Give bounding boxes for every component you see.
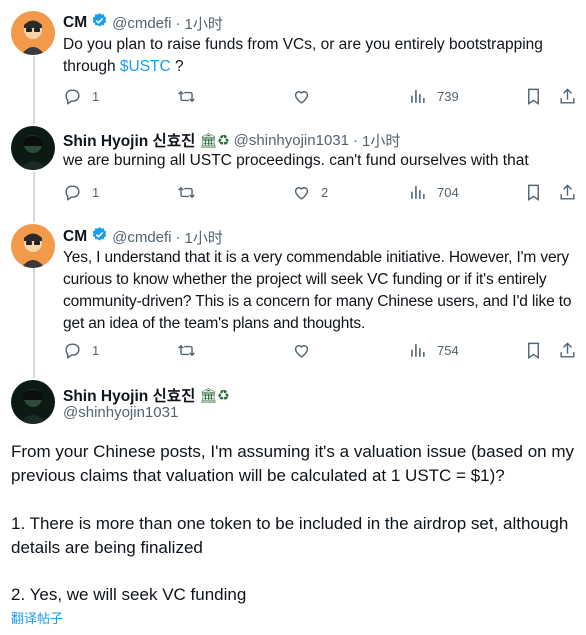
thread-connector — [33, 268, 35, 378]
like-count: 2 — [321, 185, 329, 200]
bookmark-button[interactable] — [524, 183, 543, 202]
reply-button[interactable]: 1 — [63, 341, 99, 360]
share-button[interactable] — [558, 183, 577, 202]
share-icon — [560, 342, 575, 358]
main-tweet-paragraph-2: 1. There is more than one token to be in… — [11, 514, 569, 557]
tweet-text: Yes, I understand that it is a very comm… — [63, 249, 572, 332]
bookmark-icon — [528, 342, 539, 359]
share-button[interactable] — [558, 341, 577, 360]
tweet-text: Do you plan to raise funds from VCs, or … — [63, 34, 563, 78]
author-handle[interactable]: @shinhyojin1031 — [63, 404, 178, 421]
reply-button[interactable]: 1 — [63, 87, 99, 106]
timestamp[interactable]: 1小时 — [185, 13, 223, 34]
retweet-button[interactable] — [177, 87, 206, 106]
bookmark-icon — [528, 88, 539, 105]
retweet-icon — [178, 186, 195, 199]
author-name[interactable]: Shin Hyojin 신효진 — [63, 129, 195, 151]
reply-icon — [65, 89, 80, 105]
views-count: 704 — [437, 185, 459, 200]
tweet-header: CM @cmdefi · 1小时 — [63, 226, 223, 248]
reply-icon — [65, 343, 80, 359]
timestamp[interactable]: 1小时 — [362, 130, 400, 151]
avatar[interactable] — [11, 11, 55, 55]
avatar[interactable] — [11, 126, 55, 170]
profile-badges-icon: 🏛♻ — [199, 386, 230, 403]
reply-icon — [65, 185, 80, 201]
views-count: 754 — [437, 343, 459, 358]
profile-badges-icon: 🏛♻ — [199, 131, 230, 148]
cashtag-link[interactable]: $USTC — [120, 58, 171, 75]
views-button[interactable]: 754 — [408, 341, 459, 360]
share-icon — [560, 88, 575, 104]
main-tweet-paragraph-1: From your Chinese posts, I'm assuming it… — [11, 442, 575, 485]
retweet-button[interactable] — [177, 341, 206, 360]
separator-dot: · — [175, 228, 181, 246]
like-button[interactable] — [292, 341, 321, 360]
separator-dot: · — [175, 14, 181, 32]
thread-connector — [33, 172, 35, 222]
heart-icon — [294, 187, 309, 200]
views-count: 739 — [437, 89, 459, 104]
author-handle[interactable]: @cmdefi — [112, 15, 171, 32]
like-button[interactable]: 2 — [292, 183, 328, 202]
bookmark-button[interactable] — [524, 87, 543, 106]
reply-button[interactable]: 1 — [63, 183, 99, 202]
author-handle[interactable]: @shinhyojin1031 — [234, 132, 349, 149]
main-tweet-paragraph-3: 2. Yes, we will seek VC funding — [11, 585, 247, 604]
retweet-icon — [178, 344, 195, 357]
avatar[interactable] — [11, 224, 55, 268]
timestamp[interactable]: 1小时 — [185, 227, 223, 248]
share-button[interactable] — [558, 87, 577, 106]
views-button[interactable]: 704 — [408, 183, 459, 202]
author-handle[interactable]: @cmdefi — [112, 229, 171, 246]
author-name[interactable]: Shin Hyojin 신효진 — [63, 384, 195, 406]
author-name[interactable]: CM — [63, 14, 87, 32]
like-button[interactable] — [292, 87, 321, 106]
author-name[interactable]: CM — [63, 228, 87, 246]
heart-icon — [294, 91, 309, 104]
views-chart-icon — [411, 344, 425, 357]
reply-count: 1 — [92, 89, 100, 104]
reply-count: 1 — [92, 343, 100, 358]
retweet-button[interactable] — [177, 183, 206, 202]
separator-dot: · — [352, 131, 358, 149]
tweet-text-part: ? — [170, 58, 184, 75]
share-icon — [560, 184, 575, 200]
views-button[interactable]: 739 — [408, 87, 459, 106]
verified-badge-icon — [91, 12, 108, 34]
tweet-header: Shin Hyojin 신효진 🏛♻ @shinhyojin1031 · 1小时 — [63, 129, 400, 151]
translate-post-link[interactable]: 翻译帖子 — [11, 608, 63, 627]
views-chart-icon — [411, 90, 425, 103]
reply-count: 1 — [92, 185, 100, 200]
avatar[interactable] — [11, 380, 55, 424]
retweet-icon — [178, 90, 195, 103]
views-chart-icon — [411, 186, 425, 199]
bookmark-icon — [528, 184, 539, 201]
verified-badge-icon — [91, 226, 108, 248]
bookmark-button[interactable] — [524, 341, 543, 360]
heart-icon — [294, 345, 309, 358]
tweet-header: CM @cmdefi · 1小时 — [63, 12, 223, 34]
main-tweet-author: Shin Hyojin 신효진 🏛♻ — [63, 384, 230, 406]
tweet-text: we are burning all USTC proceedings. can… — [63, 152, 529, 169]
thread-connector — [33, 56, 35, 124]
